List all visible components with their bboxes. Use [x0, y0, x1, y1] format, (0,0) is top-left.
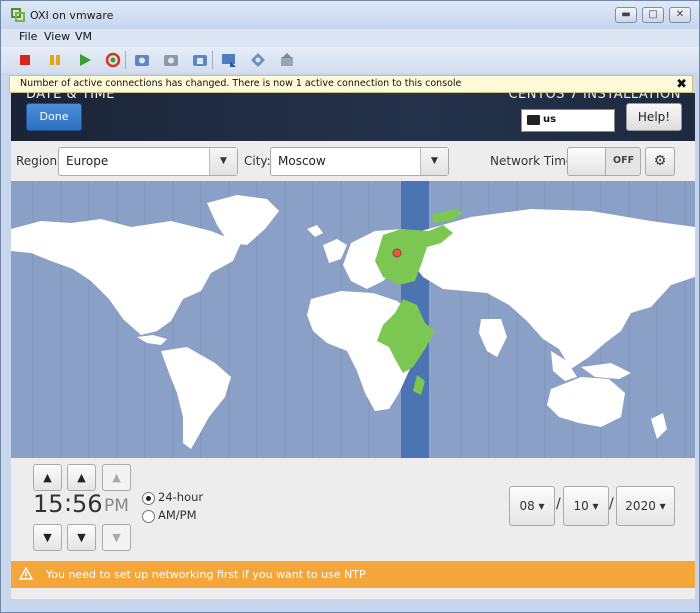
- chevron-down-icon[interactable]: ▼: [420, 148, 448, 175]
- menu-file[interactable]: File: [19, 30, 37, 43]
- toolbar-separator: [125, 51, 126, 69]
- menu-view[interactable]: View: [44, 30, 70, 43]
- toolbar-separator: [212, 51, 213, 69]
- power-off-icon[interactable]: [15, 50, 35, 70]
- world-map-svg[interactable]: [11, 181, 695, 458]
- date-separator: /: [556, 496, 561, 512]
- city-value: Moscow: [278, 154, 326, 168]
- region-combo[interactable]: Europe ▼: [58, 147, 238, 176]
- date-separator: /: [609, 496, 614, 512]
- vmware-app-icon: [11, 8, 25, 22]
- installer-header: DATE & TIME CENTOS 7 INSTALLATION Done u…: [11, 93, 695, 141]
- fullscreen-icon[interactable]: [219, 50, 239, 70]
- menu-vm[interactable]: VM: [75, 30, 92, 43]
- maximize-button[interactable]: □: [642, 7, 664, 23]
- minute-up-button[interactable]: ▲: [67, 464, 96, 491]
- ampm-up-button[interactable]: ▲: [102, 464, 131, 491]
- send-keys-icon[interactable]: [277, 50, 297, 70]
- hour-value: 15: [33, 490, 64, 518]
- menu-bar: File View VM: [1, 29, 699, 47]
- minimize-button[interactable]: ▬: [615, 7, 637, 23]
- distro-title: CENTOS 7 INSTALLATION: [508, 93, 681, 102]
- ntp-settings-button[interactable]: ⚙: [645, 147, 675, 176]
- ntp-warning-bar: You need to set up networking first if y…: [11, 561, 695, 588]
- connection-notice: Number of active connections has changed…: [9, 75, 693, 93]
- radio-ampm[interactable]: [142, 510, 155, 523]
- vmware-console-window: OXI on vmware ▬ □ ✕ File View VM Number …: [0, 0, 700, 613]
- manage-snapshots-icon[interactable]: [190, 50, 210, 70]
- day-dropdown[interactable]: 10 ▾: [563, 486, 609, 526]
- network-time-label: Network Time: [490, 154, 574, 168]
- minute-down-button[interactable]: ▼: [67, 524, 96, 551]
- time-separator: :: [64, 489, 73, 517]
- help-button[interactable]: Help!: [626, 103, 682, 131]
- page-title: DATE & TIME: [26, 93, 115, 102]
- hour-up-button[interactable]: ▲: [33, 464, 62, 491]
- power-on-icon[interactable]: [75, 50, 95, 70]
- toolbar: [1, 47, 699, 73]
- continents: [11, 195, 695, 449]
- window-title: OXI on vmware: [30, 9, 114, 22]
- network-time-toggle[interactable]: OFF: [567, 147, 641, 176]
- city-combo[interactable]: Moscow ▼: [270, 147, 449, 176]
- keyboard-icon: [527, 115, 540, 125]
- chevron-down-icon[interactable]: ▼: [209, 148, 237, 175]
- unity-icon[interactable]: [248, 50, 268, 70]
- notice-text: Number of active connections has changed…: [20, 78, 462, 89]
- timezone-map[interactable]: [11, 181, 695, 458]
- radio-ampm-label[interactable]: AM/PM: [158, 508, 197, 522]
- ampm-value: PM: [104, 496, 129, 516]
- minute-value: 56: [72, 490, 103, 518]
- reset-icon[interactable]: [103, 50, 123, 70]
- title-bar[interactable]: OXI on vmware ▬ □ ✕: [1, 1, 699, 29]
- city-label: City:: [244, 154, 271, 168]
- warning-text: You need to set up networking first if y…: [46, 568, 366, 581]
- region-value: Europe: [66, 154, 109, 168]
- done-button[interactable]: Done: [26, 103, 82, 131]
- vm-console[interactable]: DATE & TIME CENTOS 7 INSTALLATION Done u…: [11, 93, 695, 599]
- toggle-knob: [568, 148, 606, 175]
- region-label: Region:: [16, 154, 62, 168]
- gear-icon: ⚙: [653, 153, 667, 169]
- radio-24-hour[interactable]: [142, 492, 155, 505]
- snapshot-icon[interactable]: [132, 50, 152, 70]
- city-pin-icon[interactable]: [392, 248, 402, 258]
- radio-24-hour-label[interactable]: 24-hour: [158, 490, 203, 504]
- ampm-down-button[interactable]: ▼: [102, 524, 131, 551]
- toggle-state-label: OFF: [613, 155, 635, 166]
- region-selector-row: Region: Europe ▼ City: Moscow ▼ Network …: [11, 141, 695, 181]
- keyboard-layout-label: us: [543, 114, 557, 125]
- hour-down-button[interactable]: ▼: [33, 524, 62, 551]
- keyboard-layout-indicator[interactable]: us: [521, 109, 615, 132]
- console-bottom: [11, 588, 695, 599]
- time-date-panel: ▲ ▲ ▲ 15 : 56 PM ▼ ▼ ▼ 24-hour AM/PM 08 …: [11, 458, 695, 561]
- warning-icon: [19, 567, 33, 580]
- revert-icon[interactable]: [161, 50, 181, 70]
- close-button[interactable]: ✕: [669, 7, 691, 23]
- month-dropdown[interactable]: 08 ▾: [509, 486, 555, 526]
- close-notice-icon[interactable]: ✖: [676, 77, 687, 92]
- suspend-icon[interactable]: [45, 50, 65, 70]
- year-dropdown[interactable]: 2020 ▾: [616, 486, 675, 526]
